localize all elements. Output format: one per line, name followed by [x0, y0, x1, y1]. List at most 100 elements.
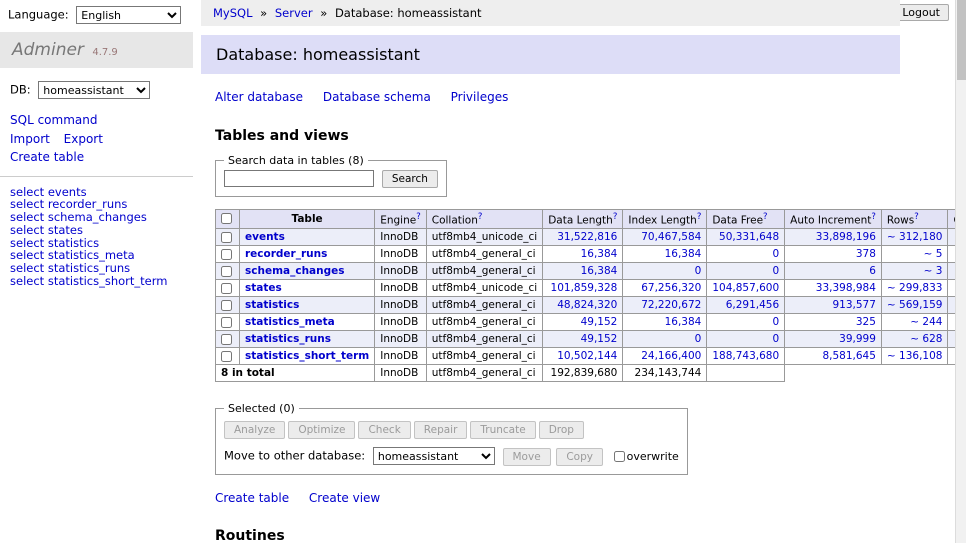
cell-index-length-link[interactable]: 16,384 — [628, 248, 701, 260]
alter-database-link[interactable]: Alter database — [215, 90, 303, 104]
row-checkbox[interactable] — [221, 300, 232, 311]
column-help-link[interactable]: ? — [914, 212, 919, 222]
cell-index-length-link[interactable]: 72,220,672 — [628, 299, 701, 311]
cell-data-free: 0 — [707, 314, 785, 331]
row-checkbox[interactable] — [221, 283, 232, 294]
scrollbar-thumb[interactable] — [957, 0, 966, 80]
cell-data-free-link[interactable]: 188,743,680 — [712, 350, 779, 362]
cell-auto-increment-link[interactable]: 378 — [790, 248, 876, 260]
cell-data-free-link[interactable]: 6,291,456 — [712, 299, 779, 311]
table-name-link[interactable]: recorder_runs — [245, 248, 327, 260]
table-name-link[interactable]: events — [245, 231, 285, 243]
cell-data-length-link[interactable]: 49,152 — [548, 316, 617, 328]
cell-auto-increment-link[interactable]: 33,898,196 — [790, 231, 876, 243]
row-checkbox[interactable] — [221, 266, 232, 277]
row-checkbox[interactable] — [221, 232, 232, 243]
cell-data-free-link[interactable]: 0 — [712, 248, 779, 260]
optimize-button[interactable]: Optimize — [288, 421, 355, 439]
sidebar-link-import[interactable]: Import — [10, 132, 50, 146]
cell-auto-increment-link[interactable]: 6 — [790, 265, 876, 277]
sidebar-select-link[interactable]: select — [10, 274, 44, 288]
truncate-button[interactable]: Truncate — [470, 421, 535, 439]
table-name-link[interactable]: statistics_short_term — [245, 350, 369, 362]
create-table-link[interactable]: Create table — [215, 491, 289, 505]
cell-collation: utf8mb4_general_ci — [426, 348, 542, 365]
cell-data-length-link[interactable]: 16,384 — [548, 248, 617, 260]
table-name-link[interactable]: statistics_runs — [245, 333, 331, 345]
cell-rows-link[interactable]: ~ 5 — [887, 248, 943, 260]
sidebar-link-create-table[interactable]: Create table — [10, 150, 84, 164]
table-row: statistics_short_termInnoDButf8mb4_gener… — [216, 348, 956, 365]
row-checkbox[interactable] — [221, 249, 232, 260]
breadcrumb: MySQL » Server » Database: homeassistant — [201, 0, 900, 26]
cell-index-length-link[interactable]: 24,166,400 — [628, 350, 701, 362]
breadcrumb-mysql-link[interactable]: MySQL — [213, 6, 253, 20]
column-help-link[interactable]: ? — [763, 212, 768, 222]
sidebar-link-sql-command[interactable]: SQL command — [10, 113, 97, 127]
overwrite-checkbox[interactable] — [614, 451, 625, 462]
cell-rows-link[interactable]: ~ 136,108 — [887, 350, 943, 362]
cell-index-length-link[interactable]: 0 — [628, 265, 701, 277]
language-select[interactable]: English — [76, 6, 181, 24]
row-checkbox[interactable] — [221, 351, 232, 362]
sidebar-table-name-link[interactable]: statistics_short_term — [48, 274, 168, 288]
cell-rows-link[interactable]: ~ 3 — [887, 265, 943, 277]
column-help-link[interactable]: ? — [871, 212, 876, 222]
move-db-select[interactable]: homeassistant — [373, 447, 495, 465]
cell-data-free-link[interactable]: 50,331,648 — [712, 231, 779, 243]
cell-data-free-link[interactable]: 0 — [712, 333, 779, 345]
select-all-checkbox[interactable] — [221, 213, 232, 224]
privileges-link[interactable]: Privileges — [451, 90, 509, 104]
cell-auto-increment-link[interactable]: 39,999 — [790, 333, 876, 345]
cell-rows-link[interactable]: ~ 244 — [887, 316, 943, 328]
column-help-link[interactable]: ? — [478, 212, 483, 222]
cell-data-length-link[interactable]: 49,152 — [548, 333, 617, 345]
analyze-button[interactable]: Analyze — [224, 421, 285, 439]
cell-data-free-link[interactable]: 104,857,600 — [712, 282, 779, 294]
row-checkbox[interactable] — [221, 317, 232, 328]
cell-rows-link[interactable]: ~ 569,159 — [887, 299, 943, 311]
cell-auto-increment-link[interactable]: 325 — [790, 316, 876, 328]
drop-button[interactable]: Drop — [539, 421, 584, 439]
cell-index-length-link[interactable]: 16,384 — [628, 316, 701, 328]
sidebar-link-export[interactable]: Export — [64, 132, 103, 146]
table-name-link[interactable]: statistics — [245, 299, 299, 311]
cell-rows-link[interactable]: ~ 312,180 — [887, 231, 943, 243]
app-logo[interactable]: Adminer — [12, 40, 84, 60]
row-checkbox[interactable] — [221, 334, 232, 345]
check-button[interactable]: Check — [358, 421, 410, 439]
column-help-link[interactable]: ? — [613, 212, 618, 222]
cell-auto-increment-link[interactable]: 8,581,645 — [790, 350, 876, 362]
scrollbar[interactable] — [955, 0, 966, 543]
move-button[interactable]: Move — [503, 448, 551, 466]
column-help-link[interactable]: ? — [416, 212, 421, 222]
cell-data-length-link[interactable]: 16,384 — [548, 265, 617, 277]
create-view-link[interactable]: Create view — [309, 491, 380, 505]
cell-data-length-link[interactable]: 48,824,320 — [548, 299, 617, 311]
cell-auto-increment-link[interactable]: 913,577 — [790, 299, 876, 311]
table-name-link[interactable]: statistics_meta — [245, 316, 335, 328]
cell-rows-link[interactable]: ~ 299,833 — [887, 282, 943, 294]
cell-index-length-link[interactable]: 70,467,584 — [628, 231, 701, 243]
db-select[interactable]: homeassistant — [38, 81, 150, 99]
cell-rows-link[interactable]: ~ 628 — [887, 333, 943, 345]
copy-button[interactable]: Copy — [556, 448, 603, 466]
cell-data-length-link[interactable]: 31,522,816 — [548, 231, 617, 243]
table-name-link[interactable]: states — [245, 282, 282, 294]
cell-data-length-link[interactable]: 101,859,328 — [548, 282, 617, 294]
cell-index-length-link[interactable]: 0 — [628, 333, 701, 345]
search-input[interactable] — [224, 170, 374, 187]
repair-button[interactable]: Repair — [414, 421, 468, 439]
breadcrumb-server-link[interactable]: Server — [275, 6, 313, 20]
search-button[interactable]: Search — [382, 170, 438, 188]
cell-data-free-link[interactable]: 0 — [712, 316, 779, 328]
column-help-link[interactable]: ? — [697, 212, 702, 222]
db-selector: DB: homeassistant — [10, 81, 193, 99]
cell-auto-increment-link[interactable]: 33,398,984 — [790, 282, 876, 294]
cell-index-length-link[interactable]: 67,256,320 — [628, 282, 701, 294]
table-name-link[interactable]: schema_changes — [245, 265, 345, 277]
cell-data-free-link[interactable]: 0 — [712, 265, 779, 277]
database-schema-link[interactable]: Database schema — [323, 90, 431, 104]
total-collation: utf8mb4_general_ci — [426, 365, 542, 382]
cell-data-length-link[interactable]: 10,502,144 — [548, 350, 617, 362]
